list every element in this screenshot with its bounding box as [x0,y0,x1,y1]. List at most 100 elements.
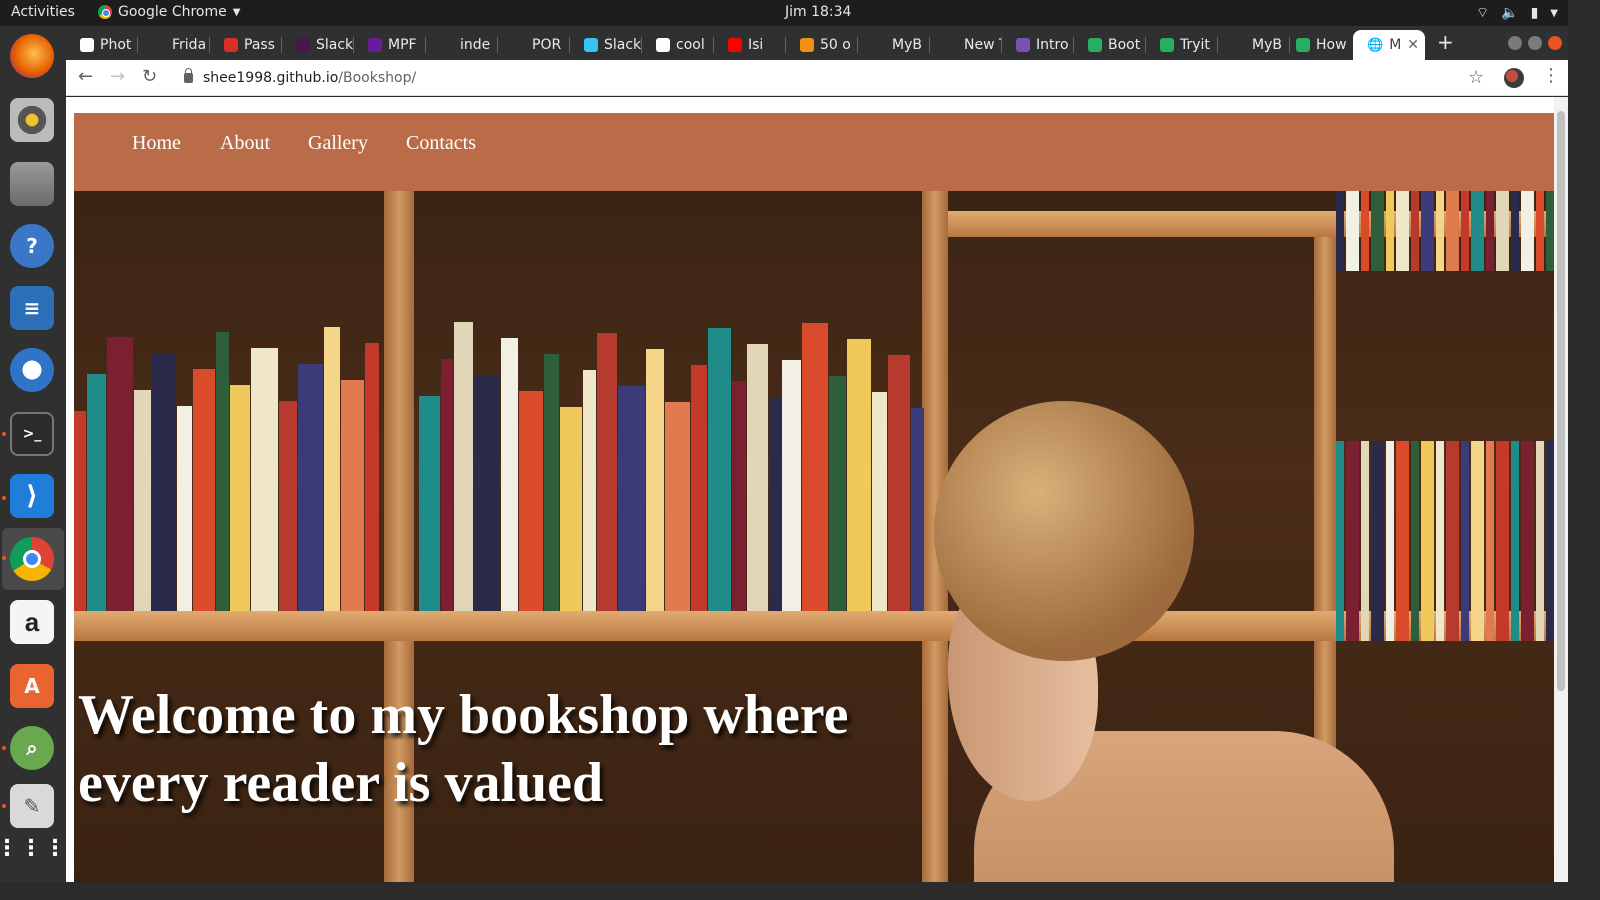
close-window-button[interactable] [1548,36,1562,50]
book-spine [193,369,215,611]
tab-favicon-icon [800,38,814,52]
lock-icon [184,68,193,83]
book-spine [597,333,617,611]
profile-avatar[interactable] [1504,68,1524,88]
tab-label: POR [532,37,562,53]
rhythmbox-icon[interactable] [10,98,54,142]
chevron-down-icon: ▼ [1550,7,1558,19]
tab-item[interactable]: inde [426,30,498,60]
bookmark-star-icon[interactable]: ☆ [1468,67,1484,88]
app-menu[interactable]: Google Chrome ▼ [98,4,240,20]
book-spine [1396,191,1409,271]
tab-item[interactable]: Frida [138,30,210,60]
tab-item[interactable]: MyB [858,30,930,60]
tab-item[interactable]: MyB [1218,30,1290,60]
book-spine [501,338,518,611]
files-icon[interactable] [10,162,54,206]
nav-about-link[interactable]: About [220,132,270,155]
book-spine [560,407,582,611]
book-spine [544,354,559,611]
book-spine [177,406,192,611]
tab-favicon-icon [1232,38,1246,52]
book-spine [1436,191,1444,271]
site-navbar: Home About Gallery Contacts [74,113,1554,191]
tab-label: inde [460,37,491,53]
book-spine [1386,191,1394,271]
hero-title: Welcome to my bookshop where every reade… [78,684,849,814]
help-icon[interactable]: ? [10,224,54,268]
book-spine [1536,191,1544,271]
book-spine [216,332,229,611]
nav-home-link[interactable]: Home [132,132,181,155]
tab-item[interactable]: Slack [570,30,642,60]
tab-item[interactable]: Phot [66,30,138,60]
book-spine [1371,441,1384,641]
tab-favicon-icon [440,38,454,52]
book-spine [324,327,340,611]
book-spine [1421,191,1434,271]
book-spine [1336,441,1344,641]
book-spine [1461,441,1469,641]
terminal-icon[interactable]: >_ [10,412,54,456]
writer-icon[interactable]: ≡ [10,286,54,330]
text-editor-icon[interactable]: ✎ [10,784,54,828]
nav-contacts-link[interactable]: Contacts [406,132,476,155]
book-spine [1346,441,1359,641]
activities-button[interactable]: Activities [11,4,75,20]
reload-button[interactable]: ↻ [142,66,157,87]
minimize-button[interactable] [1508,36,1522,50]
tab-label: cool [676,37,705,53]
forward-button[interactable]: → [110,66,125,87]
tab-item[interactable]: cool [642,30,714,60]
tab-favicon-icon [584,38,598,52]
address-bar[interactable]: shee1998.github.io/Bookshop/ [174,63,1514,93]
tab-item[interactable]: POR [498,30,570,60]
tab-favicon-icon [152,38,166,52]
running-indicator [2,746,6,750]
image-viewer-icon[interactable]: ⌕ [10,726,54,770]
system-tray[interactable]: ⌔ 🔈 ▮ ▼ [1476,4,1558,22]
book-spine [665,402,690,611]
tab-label: M [1389,37,1402,53]
tab-item[interactable]: Pass [210,30,282,60]
new-tab-button[interactable]: + [1437,30,1454,54]
tab-active[interactable]: 🌐 M ✕ [1353,30,1425,60]
book-spine [365,343,379,611]
back-button[interactable]: ← [78,66,93,87]
close-icon[interactable]: ✕ [1407,37,1419,53]
book-spine [1496,441,1509,641]
tab-strip: Phot Frida Pass Slack MPF inde POR Slack cool Isi… [66,26,1568,60]
amazon-icon[interactable]: a [10,600,54,644]
tab-item[interactable]: Boot [1074,30,1146,60]
app-grid-icon[interactable]: ⋮⋮⋮ [0,826,66,870]
book-spine [107,337,133,611]
tab-item[interactable]: Slack [282,30,354,60]
chrome-icon[interactable] [10,537,54,581]
tab-item[interactable]: Tryit [1146,30,1218,60]
software-icon[interactable]: A [10,664,54,708]
book-spine [782,360,801,611]
book-spine [1511,191,1519,271]
tab-favicon-icon [1016,38,1030,52]
thunderbird-icon[interactable] [10,348,54,392]
book-spine [1386,441,1394,641]
clock[interactable]: Jim 18:34 [785,4,851,20]
chevron-down-icon: ▼ [232,6,241,18]
tab-label: Isi [748,37,764,53]
book-spine [74,411,86,611]
tab-item[interactable]: How [1282,30,1354,60]
nav-gallery-link[interactable]: Gallery [308,132,368,155]
book-spine [1396,441,1409,641]
tab-item[interactable]: 50 o [786,30,858,60]
scrollbar-thumb[interactable] [1557,111,1565,691]
tab-item[interactable]: MPF [354,30,426,60]
maximize-button[interactable] [1528,36,1542,50]
tab-item[interactable]: New Tab [930,30,1002,60]
vscode-icon[interactable]: ⟩ [10,474,54,518]
menu-kebab-icon[interactable]: ⋮ [1542,65,1560,86]
book-spine [646,349,664,611]
page-scrollbar[interactable] [1554,97,1568,882]
tab-item[interactable]: Isi [714,30,786,60]
firefox-icon[interactable] [10,34,54,78]
tab-item[interactable]: Intro [1002,30,1074,60]
